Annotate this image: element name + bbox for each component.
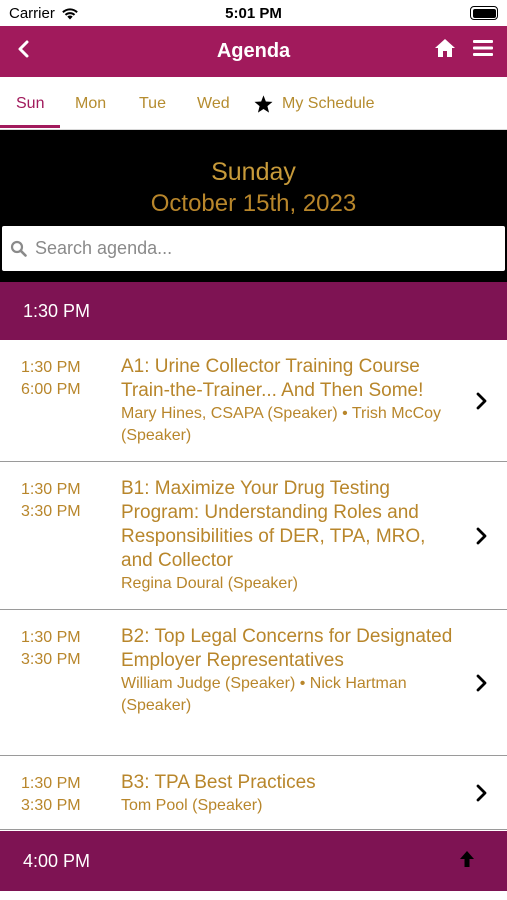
scroll-to-top-arrow-icon[interactable] <box>458 850 476 868</box>
tab-label: Wed <box>197 94 230 112</box>
status-time: 5:01 PM <box>225 5 282 22</box>
session-row[interactable]: 1:30 PM 3:30 PM B2: Top Legal Concerns f… <box>0 611 507 756</box>
status-bar: Carrier 5:01 PM <box>0 0 507 26</box>
menu-icon[interactable] <box>473 39 493 57</box>
tab-wed[interactable]: Wed <box>197 77 230 130</box>
session-body: A1: Urine Collector Training Course Trai… <box>121 355 461 447</box>
tab-label: Mon <box>75 94 107 112</box>
session-body: B1: Maximize Your Drug Testing Program: … <box>121 477 461 595</box>
star-icon <box>254 94 273 113</box>
session-body: B2: Top Legal Concerns for Designated Em… <box>121 625 461 717</box>
home-icon[interactable] <box>434 38 456 58</box>
section-time: 4:00 PM <box>23 851 91 871</box>
session-title: B3: TPA Best Practices <box>121 772 316 793</box>
session-start: 1:30 PM <box>21 629 81 646</box>
session-start: 1:30 PM <box>21 359 81 376</box>
session-start: 1:30 PM <box>21 775 81 792</box>
tab-sun[interactable]: Sun <box>16 77 44 130</box>
day-name: Sunday <box>211 158 296 186</box>
session-title: B2: Top Legal Concerns for Designated Em… <box>121 626 453 671</box>
page-title: Agenda <box>216 40 291 62</box>
session-end: 3:30 PM <box>21 651 81 668</box>
time-section-header: 1:30 PM <box>0 282 507 340</box>
session-start: 1:30 PM <box>21 481 81 498</box>
search-bar <box>0 226 507 282</box>
session-title: B1: Maximize Your Drug Testing Program: … <box>121 478 426 571</box>
session-times: 1:30 PM 3:30 PM <box>21 773 81 817</box>
tab-label: My Schedule <box>282 94 375 112</box>
tab-mon[interactable]: Mon <box>75 77 106 130</box>
tab-label: Tue <box>139 94 166 112</box>
nav-header: Agenda <box>0 26 507 77</box>
session-speakers: Regina Doural (Speaker) <box>121 575 298 592</box>
session-row[interactable]: 1:30 PM 6:00 PM A1: Urine Collector Trai… <box>0 341 507 462</box>
session-speakers: Mary Hines, CSAPA (Speaker) • Trish McCo… <box>121 405 442 444</box>
session-end: 6:00 PM <box>21 381 81 398</box>
section-time: 1:30 PM <box>23 301 91 321</box>
chevron-right-icon <box>476 784 487 802</box>
active-tab-indicator <box>0 125 60 128</box>
session-row[interactable]: 1:30 PM 3:30 PM B1: Maximize Your Drug T… <box>0 463 507 610</box>
session-times: 1:30 PM 3:30 PM <box>21 479 81 523</box>
session-body: B3: TPA Best Practices Tom Pool (Speaker… <box>121 771 461 817</box>
day-tabs: Sun Mon Tue Wed My Schedule <box>0 77 507 130</box>
session-end: 3:30 PM <box>21 503 81 520</box>
chevron-right-icon <box>476 674 487 692</box>
session-row[interactable]: 1:30 PM 3:30 PM B3: TPA Best Practices T… <box>0 757 507 830</box>
chevron-right-icon <box>476 527 487 545</box>
search-input[interactable] <box>35 238 475 259</box>
chevron-right-icon <box>476 392 487 410</box>
session-end: 3:30 PM <box>21 797 81 814</box>
session-speakers: William Judge (Speaker) • Nick Hartman (… <box>121 675 407 714</box>
tab-tue[interactable]: Tue <box>139 77 166 130</box>
time-section-header: 4:00 PM <box>0 831 507 891</box>
session-speakers: Tom Pool (Speaker) <box>121 797 263 814</box>
date-banner: Sunday October 15th, 2023 <box>0 130 507 226</box>
search-box[interactable] <box>2 226 505 271</box>
session-title: A1: Urine Collector Training Course Trai… <box>121 356 424 401</box>
day-date: October 15th, 2023 <box>150 190 357 217</box>
tab-label: Sun <box>16 94 45 112</box>
session-times: 1:30 PM 3:30 PM <box>21 627 81 671</box>
tab-my-schedule[interactable]: My Schedule <box>254 77 375 130</box>
session-times: 1:30 PM 6:00 PM <box>21 357 81 401</box>
search-icon <box>10 240 27 257</box>
battery-icon <box>470 6 498 20</box>
